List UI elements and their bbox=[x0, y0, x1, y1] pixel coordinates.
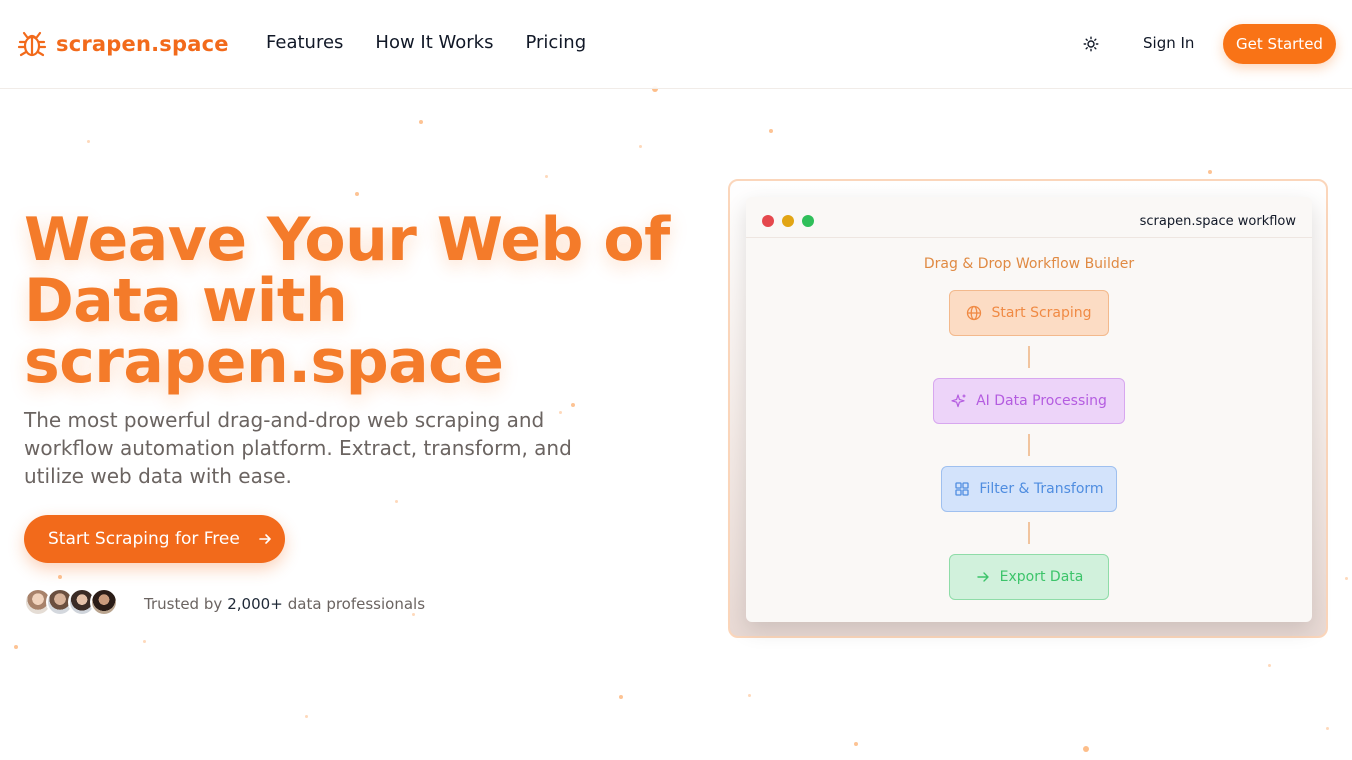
avatar-group bbox=[24, 588, 118, 616]
nav-how-it-works[interactable]: How It Works bbox=[375, 32, 493, 53]
preview-window: scrapen.space workflow Drag & Drop Workf… bbox=[746, 197, 1312, 622]
trusted-by-text: Trusted by 2,000+ data professionals bbox=[144, 595, 425, 613]
avatar bbox=[90, 588, 118, 616]
globe-icon bbox=[967, 305, 982, 321]
node-label: Export Data bbox=[999, 569, 1084, 585]
window-maximize-dot bbox=[802, 215, 814, 227]
node-filter-transform[interactable]: Filter & Transform bbox=[941, 466, 1117, 512]
window-minimize-dot bbox=[782, 215, 794, 227]
nav-pricing[interactable]: Pricing bbox=[525, 32, 586, 53]
sun-icon bbox=[1083, 36, 1099, 52]
brand-logo[interactable]: scrapen.space bbox=[16, 28, 229, 60]
window-close-dot bbox=[762, 215, 774, 227]
sign-in-link[interactable]: Sign In bbox=[1143, 34, 1194, 52]
connector-line bbox=[1028, 346, 1030, 368]
node-label: Filter & Transform bbox=[979, 481, 1104, 497]
trusted-count: 2,000+ bbox=[227, 595, 283, 613]
node-label: Start Scraping bbox=[991, 305, 1092, 321]
trusted-prefix: Trusted by bbox=[144, 595, 223, 613]
node-export-data[interactable]: Export Data bbox=[949, 554, 1109, 600]
bug-icon bbox=[17, 31, 47, 57]
hero-subtitle: The most powerful drag-and-drop web scra… bbox=[24, 408, 572, 488]
node-start-scraping[interactable]: Start Scraping bbox=[949, 290, 1109, 336]
trusted-suffix: data professionals bbox=[287, 595, 426, 613]
brand-name: scrapen.space bbox=[56, 32, 229, 56]
node-label: AI Data Processing bbox=[976, 393, 1107, 409]
node-ai-data-processing[interactable]: AI Data Processing bbox=[933, 378, 1125, 424]
grid-icon bbox=[955, 482, 970, 496]
window-title: scrapen.space workflow bbox=[1139, 214, 1296, 229]
theme-toggle-button[interactable] bbox=[1078, 31, 1104, 57]
hero-title: Weave Your Web of Data with scrapen.spac… bbox=[24, 210, 684, 393]
connector-line bbox=[1028, 522, 1030, 544]
sparkles-icon bbox=[951, 394, 966, 408]
preview-window-bar: scrapen.space workflow bbox=[746, 197, 1312, 238]
cta-label: Start Scraping for Free bbox=[48, 529, 240, 549]
hero-title-line3: scrapen.space bbox=[24, 327, 504, 397]
hero-title-line1: Weave Your Web of bbox=[24, 205, 670, 275]
main-nav: Features How It Works Pricing bbox=[266, 32, 586, 53]
start-scraping-button[interactable]: Start Scraping for Free bbox=[24, 515, 285, 563]
connector-line bbox=[1028, 434, 1030, 456]
nav-features[interactable]: Features bbox=[266, 32, 343, 53]
hero-title-line2: Data with bbox=[24, 266, 348, 336]
workflow-preview: scrapen.space workflow Drag & Drop Workf… bbox=[728, 179, 1328, 638]
arrow-right-icon bbox=[259, 534, 271, 544]
builder-title: Drag & Drop Workflow Builder bbox=[923, 256, 1135, 272]
site-header: scrapen.space Features How It Works Pric… bbox=[0, 0, 1352, 89]
get-started-button[interactable]: Get Started bbox=[1223, 24, 1336, 64]
arrow-right-icon bbox=[976, 572, 989, 582]
